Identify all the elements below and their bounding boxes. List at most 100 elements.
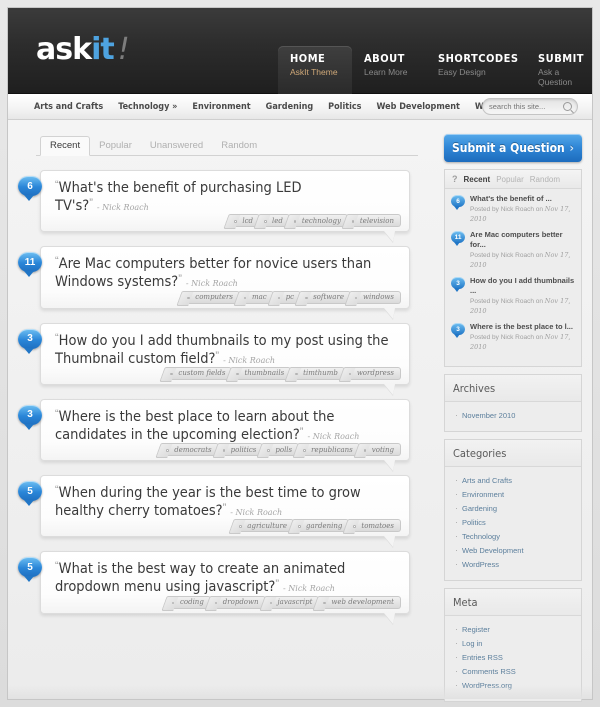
widget-list: Arts and CraftsEnvironmentGardeningPolit… bbox=[445, 467, 581, 580]
question-tag[interactable]: windows bbox=[353, 290, 401, 304]
question-title[interactable]: Where is the best place to learn about t… bbox=[55, 409, 334, 443]
question-tag[interactable]: republicans bbox=[302, 443, 360, 456]
sidebar-question-item[interactable]: 6 What's the benefit of ... Posted by Nick… bbox=[451, 194, 575, 224]
subnav-item-4[interactable]: Politics bbox=[328, 102, 361, 112]
search-icon[interactable] bbox=[563, 102, 572, 111]
question-tag[interactable]: thumbnails bbox=[235, 366, 292, 380]
tab-popular[interactable]: Popular bbox=[90, 137, 141, 155]
sidebar-question-item[interactable]: 3 How do you I add thumbnails ... Posted b… bbox=[451, 276, 575, 316]
page-body: Recent Popular Unanswered Random 6 “What's t… bbox=[8, 120, 592, 702]
sidebar-question-title[interactable]: Where is the best place to l... bbox=[470, 322, 575, 332]
question-bubble[interactable]: “Are Mac computers better for novice use… bbox=[40, 246, 410, 309]
question-bubble[interactable]: “What is the best way to create an anima… bbox=[40, 551, 410, 614]
sidebar-question-list: 6 What's the benefit of ... Posted by Nick… bbox=[445, 189, 581, 366]
widget-link[interactable]: Log in bbox=[453, 637, 573, 651]
question-tag[interactable]: software bbox=[304, 290, 351, 304]
widget-link[interactable]: Technology bbox=[453, 530, 573, 544]
tag-label: custom fields bbox=[178, 369, 226, 378]
tag-label: tomatoes bbox=[361, 521, 394, 530]
subnav-item-0[interactable]: Arts and Crafts bbox=[34, 102, 103, 112]
question-title[interactable]: When during the year is the best time to… bbox=[55, 485, 361, 519]
question-list: 6 “What's the benefit of purchasing LED T… bbox=[18, 170, 418, 614]
question-tag[interactable]: timthumb bbox=[294, 366, 345, 380]
widget-link[interactable]: Arts and Crafts bbox=[453, 474, 573, 488]
question-tag[interactable]: dropdown bbox=[213, 595, 266, 609]
question-tag[interactable]: agriculture bbox=[238, 519, 295, 533]
submit-question-label: Submit a Question bbox=[452, 141, 565, 155]
widget-link[interactable]: Politics bbox=[453, 516, 573, 530]
search-input[interactable] bbox=[489, 102, 563, 111]
nav-item-subtitle: Easy Design bbox=[438, 67, 486, 77]
tab-unanswered[interactable]: Unanswered bbox=[141, 137, 212, 155]
widget-link[interactable]: Environment bbox=[453, 488, 573, 502]
question-bubble[interactable]: “How do you I add thumbnails to my post … bbox=[40, 322, 410, 385]
widget-categories: CategoriesArts and CraftsEnvironmentGard… bbox=[444, 438, 582, 581]
answer-count-badge[interactable]: 11 bbox=[18, 252, 42, 278]
meta-prefix: Posted by Nick Roach on bbox=[470, 297, 545, 305]
question-list-column: Recent Popular Unanswered Random 6 “What's t… bbox=[18, 134, 418, 698]
widget-link[interactable]: Web Development bbox=[453, 544, 573, 558]
nav-item-submit[interactable]: SUBMIT Ask a Question bbox=[526, 46, 600, 95]
nav-item-home[interactable]: HOME AskIt Theme bbox=[278, 46, 352, 95]
question-bubble[interactable]: “Where is the best place to learn about … bbox=[40, 398, 410, 461]
widget-link[interactable]: Register bbox=[453, 623, 573, 637]
widget-link[interactable]: Comments RSS bbox=[453, 665, 573, 679]
tab-random[interactable]: Random bbox=[212, 137, 266, 155]
sidebar-question-item[interactable]: 11 Are Mac computers better for... Posted … bbox=[451, 230, 575, 270]
tag-dot-icon bbox=[303, 449, 306, 452]
question-bubble[interactable]: “When during the year is the best time t… bbox=[40, 475, 410, 538]
answer-count-badge[interactable]: 3 bbox=[18, 328, 42, 354]
question-tag[interactable]: web development bbox=[322, 595, 401, 609]
widget-link[interactable]: Gardening bbox=[453, 502, 573, 516]
sidebar-tab-popular[interactable]: Popular bbox=[496, 175, 524, 184]
tag-label: software bbox=[313, 293, 344, 301]
answer-count-badge[interactable]: 3 bbox=[18, 404, 42, 430]
question-title[interactable]: How do you I add thumbnails to my post u… bbox=[55, 333, 388, 367]
question-author: - Nick Roach bbox=[283, 584, 335, 594]
question-tag[interactable]: javascript bbox=[268, 595, 320, 609]
site-header: askit! HOME AskIt Theme ABOUT Learn More SHO… bbox=[8, 8, 592, 95]
subnav-item-1[interactable]: Technology » bbox=[118, 102, 177, 112]
answer-count-badge[interactable]: 6 bbox=[18, 176, 42, 201]
question-tag[interactable]: custom fields bbox=[169, 366, 233, 380]
search-box[interactable] bbox=[482, 98, 578, 115]
tab-recent[interactable]: Recent bbox=[40, 136, 91, 156]
sidebar-question-title[interactable]: How do you I add thumbnails ... bbox=[470, 276, 575, 296]
sidebar-tab-random[interactable]: Random bbox=[530, 175, 560, 184]
sidebar-question-item[interactable]: 3 Where is the best place to l... Posted b… bbox=[451, 322, 575, 352]
question-bubble[interactable]: “What's the benefit of purchasing LED TV… bbox=[40, 170, 410, 233]
subnav-item-5[interactable]: Web Development bbox=[376, 102, 459, 112]
question-tag[interactable]: computers bbox=[186, 290, 240, 304]
widget-title: Meta bbox=[445, 588, 581, 616]
tag-label: technology bbox=[301, 216, 341, 225]
question-tag[interactable]: gardening bbox=[297, 519, 350, 533]
nav-item-title: ABOUT bbox=[364, 52, 405, 65]
question-tag[interactable]: voting bbox=[362, 443, 401, 456]
sidebar-question-title[interactable]: Are Mac computers better for... bbox=[470, 230, 575, 250]
tag-label: dropdown bbox=[222, 598, 259, 606]
question-tag[interactable]: tomatoes bbox=[352, 519, 401, 533]
question-mark-icon: ? bbox=[452, 174, 458, 184]
question-tag[interactable]: television bbox=[350, 214, 401, 228]
widget-link[interactable]: Entries RSS bbox=[453, 651, 573, 665]
nav-item-about[interactable]: ABOUT Learn More bbox=[352, 46, 426, 95]
question-tags: democrats politics polls republicans voting bbox=[165, 443, 401, 456]
sidebar-question-title[interactable]: What's the benefit of ... bbox=[470, 194, 575, 204]
question-tag[interactable]: democrats bbox=[165, 443, 219, 456]
sidebar-question-meta: Posted by Nick Roach on Nov 17, 2010 bbox=[470, 333, 575, 353]
nav-item-shortcodes[interactable]: SHORTCODES Easy Design bbox=[426, 46, 526, 95]
site-logo[interactable]: askit! bbox=[36, 35, 130, 65]
subnav-item-2[interactable]: Environment bbox=[192, 102, 250, 112]
tag-label: lcd bbox=[242, 216, 254, 225]
question-tag[interactable]: technology bbox=[292, 214, 348, 228]
question-item: 3 “How do you I add thumbnails to my post… bbox=[18, 322, 418, 385]
submit-question-button[interactable]: Submit a Question › bbox=[444, 134, 582, 162]
tag-label: javascript bbox=[277, 598, 313, 606]
widget-link[interactable]: November 2010 bbox=[453, 409, 573, 423]
sidebar-tab-recent[interactable]: Recent bbox=[464, 175, 491, 184]
question-tag[interactable]: wordpress bbox=[347, 366, 401, 380]
answer-count-badge[interactable]: 5 bbox=[18, 481, 42, 506]
widget-link[interactable]: WordPress bbox=[453, 558, 573, 572]
answer-count-badge[interactable]: 5 bbox=[18, 557, 42, 583]
subnav-item-3[interactable]: Gardening bbox=[266, 102, 314, 112]
